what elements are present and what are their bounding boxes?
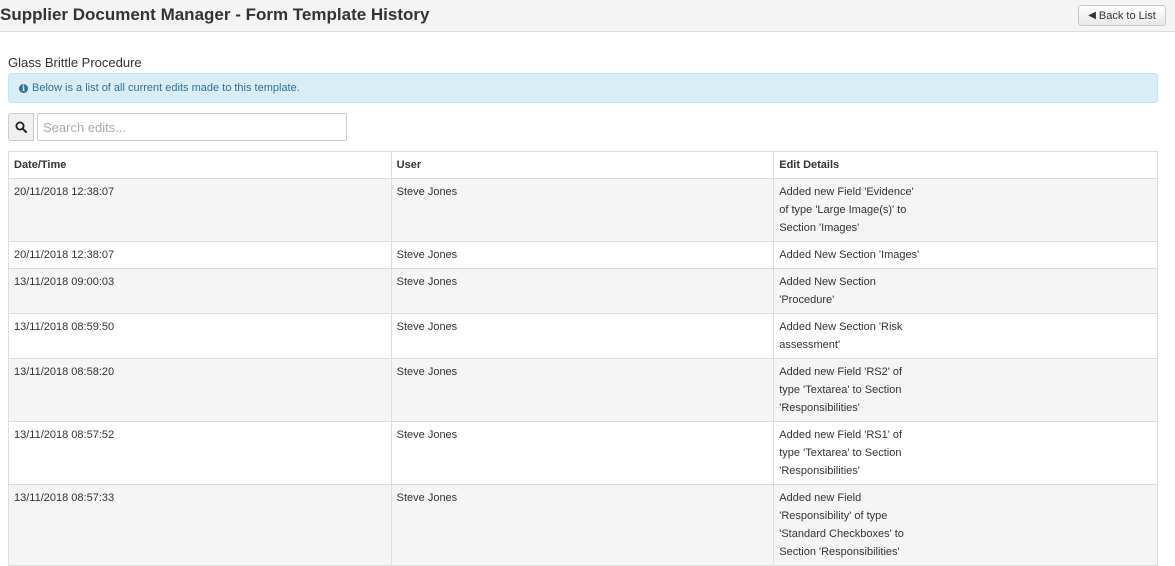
edits-table: Date/Time User Edit Details 20/11/2018 1…: [8, 151, 1158, 566]
cell-user: Steve Jones: [390, 268, 775, 314]
edit-details-text: Added New Section 'Images': [779, 249, 920, 261]
cell-datetime: 13/11/2018 08:57:33: [8, 484, 392, 566]
table-row: 20/11/2018 12:38:07 Steve Jones Added Ne…: [8, 241, 1158, 269]
page-title: Supplier Document Manager - Form Templat…: [0, 5, 430, 24]
table-header-row: Date/Time User Edit Details: [8, 151, 1158, 179]
cell-datetime: 20/11/2018 12:38:07: [8, 241, 392, 269]
edit-details-text: Added New Section 'Procedure': [779, 276, 876, 306]
magnifier-icon: [15, 121, 27, 133]
table-row: 13/11/2018 08:58:20 Steve Jones Added ne…: [8, 358, 1158, 422]
cell-user: Steve Jones: [390, 421, 775, 485]
edit-details-text: Added New Section 'Risk assessment': [779, 321, 903, 351]
edit-details-text: Added new Field 'RS1' of type 'Textarea'…: [779, 429, 903, 477]
table-row: 20/11/2018 12:38:07 Steve Jones Added ne…: [8, 178, 1158, 242]
info-circle-icon: i: [19, 83, 28, 93]
cell-datetime: 13/11/2018 08:57:52: [8, 421, 392, 485]
table-row: 13/11/2018 08:57:52 Steve Jones Added ne…: [8, 421, 1158, 485]
back-to-list-label: Back to List: [1098, 9, 1156, 22]
edit-details-text: Added new Field 'Evidence' of type 'Larg…: [779, 186, 914, 234]
back-to-list-button[interactable]: ◀ Back to List: [1078, 5, 1166, 26]
cell-datetime: 20/11/2018 12:38:07: [8, 178, 392, 242]
cell-edit-details: Added New Section 'Images': [773, 241, 1158, 269]
top-bar: Supplier Document Manager - Form Templat…: [0, 0, 1175, 32]
cell-edit-details: Added New Section 'Procedure': [773, 268, 1158, 314]
table-row: 13/11/2018 08:57:33 Steve Jones Added ne…: [8, 484, 1158, 566]
info-alert-text: Below is a list of all current edits mad…: [32, 82, 300, 94]
column-header-datetime[interactable]: Date/Time: [8, 151, 392, 179]
arrow-left-icon: ◀: [1088, 9, 1096, 21]
cell-user: Steve Jones: [390, 241, 775, 269]
cell-edit-details: Added new Field 'Evidence' of type 'Larg…: [773, 178, 1158, 242]
cell-datetime: 13/11/2018 08:58:20: [8, 358, 392, 422]
cell-edit-details: Added new Field 'RS1' of type 'Textarea'…: [773, 421, 1158, 485]
column-header-user[interactable]: User: [390, 151, 775, 179]
cell-edit-details: Added New Section 'Risk assessment': [773, 313, 1158, 359]
cell-edit-details: Added new Field 'RS2' of type 'Textarea'…: [773, 358, 1158, 422]
table-row: 13/11/2018 08:59:50 Steve Jones Added Ne…: [8, 313, 1158, 359]
search-input[interactable]: [37, 113, 347, 141]
cell-user: Steve Jones: [390, 358, 775, 422]
cell-user: Steve Jones: [390, 178, 775, 242]
column-header-edit-details[interactable]: Edit Details: [773, 151, 1158, 179]
table-row: 13/11/2018 09:00:03 Steve Jones Added Ne…: [8, 268, 1158, 314]
edit-details-text: Added new Field 'RS2' of type 'Textarea'…: [779, 366, 903, 414]
cell-user: Steve Jones: [390, 313, 775, 359]
edit-details-text: Added new Field 'Responsibility' of type…: [779, 492, 904, 558]
cell-user: Steve Jones: [390, 484, 775, 566]
search-button[interactable]: [8, 113, 34, 141]
cell-edit-details: Added new Field 'Responsibility' of type…: [773, 484, 1158, 566]
template-title: Glass Brittle Procedure: [8, 55, 142, 70]
cell-datetime: 13/11/2018 08:59:50: [8, 313, 392, 359]
info-alert: i Below is a list of all current edits m…: [8, 73, 1158, 103]
cell-datetime: 13/11/2018 09:00:03: [8, 268, 392, 314]
